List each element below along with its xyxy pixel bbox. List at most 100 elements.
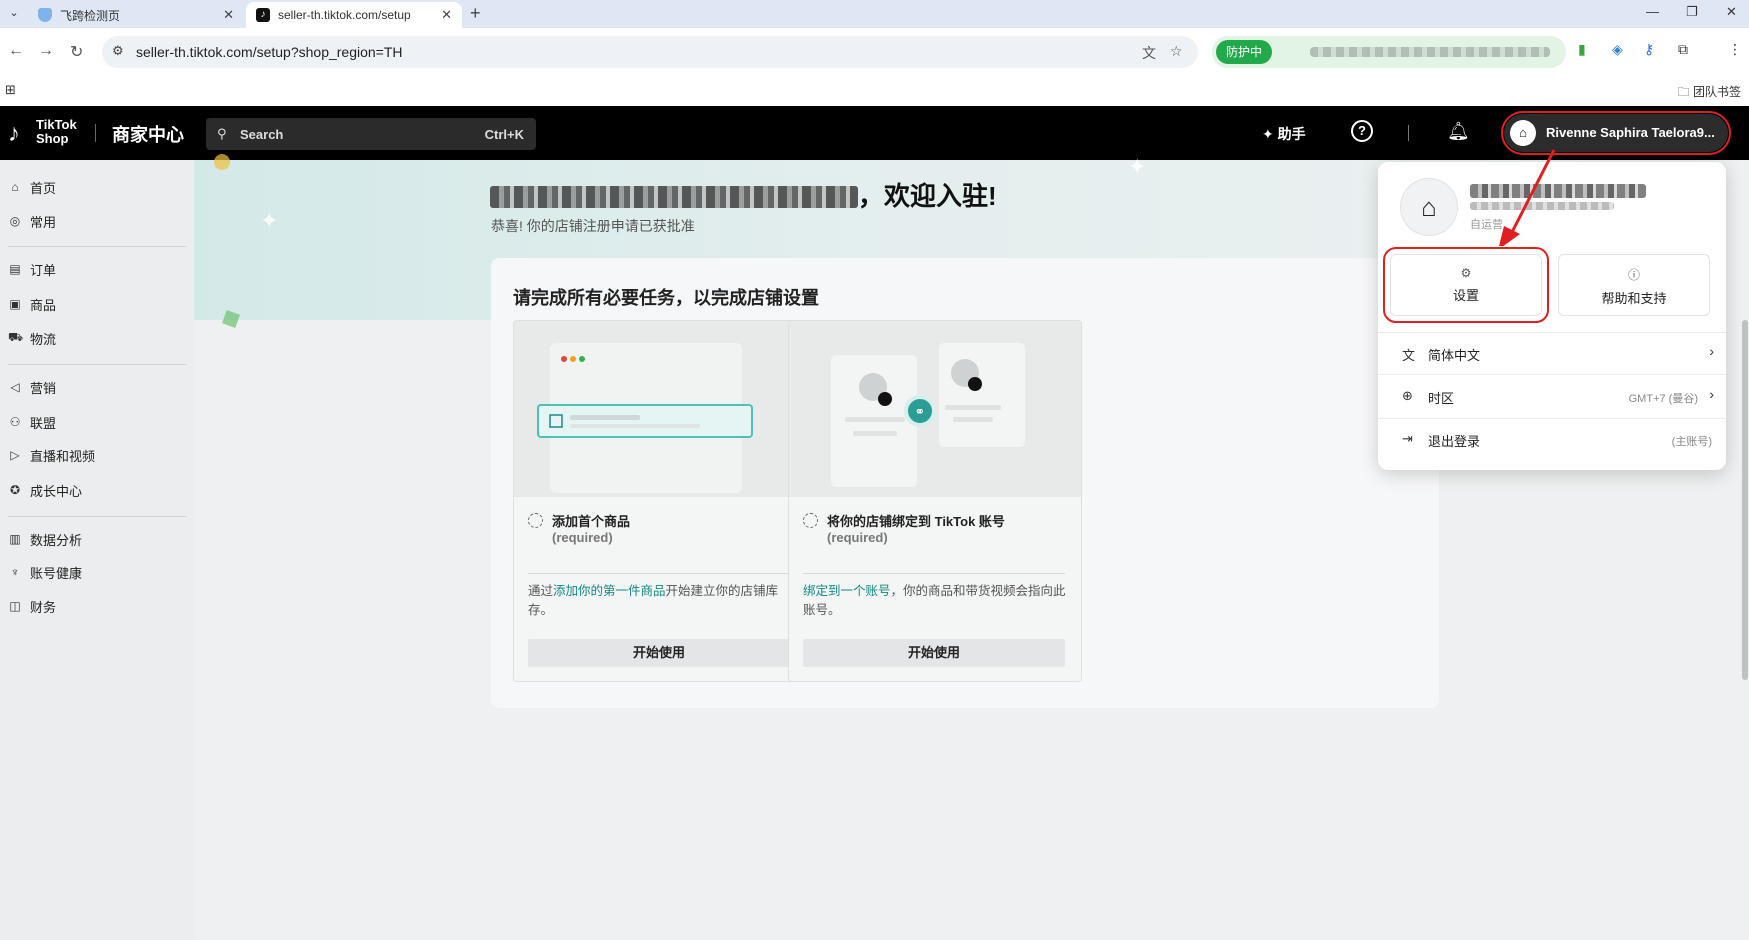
new-tab-icon[interactable]: + [470, 3, 481, 24]
approval-subtitle: 恭喜! 你的店铺注册申请已获批准 [491, 218, 695, 234]
search-input[interactable]: ⚲ Search Ctrl+K [206, 118, 536, 150]
chevron-right-icon: › [1709, 343, 1714, 359]
url-text[interactable]: seller-th.tiktok.com/setup?shop_region=T… [136, 44, 403, 60]
help-support-button[interactable]: ⓘ 帮助和支持 [1558, 254, 1710, 316]
start-bind-account-button[interactable]: 开始使用 [803, 639, 1065, 667]
bind-account-link[interactable]: 绑定到一个账号 [803, 584, 891, 598]
sidebar-divider [8, 246, 186, 247]
dropdown-divider [1378, 374, 1726, 375]
card-divider [528, 573, 790, 574]
timezone-menu-item[interactable]: ⊕ 时区 GMT+7 (曼谷) › [1378, 377, 1726, 415]
sidebar-item-label: 物流 [30, 331, 57, 347]
sidebar-item-marketing[interactable]: ◁ 营销 [8, 376, 56, 398]
sidebar-item-label: 首页 [30, 180, 57, 196]
shield-extension-icon[interactable]: ◈ [1612, 41, 1623, 58]
add-first-product-link[interactable]: 添加你的第一件商品 [553, 584, 666, 598]
card-description: 通过添加你的第一件商品开始建立你的店铺库存。 [528, 582, 794, 620]
scrollbar-thumb[interactable] [1742, 320, 1748, 680]
key-icon[interactable]: ⚷ [1644, 41, 1654, 58]
sidebar-item-logistics[interactable]: ⛟ 物流 [8, 327, 56, 349]
reload-icon[interactable]: ↻ [70, 42, 83, 62]
bookmark-star-icon[interactable]: ☆ [1170, 43, 1183, 60]
assistant-label: 助手 [1277, 126, 1306, 142]
bookmark-folder-label: 团队书签 [1692, 85, 1741, 99]
task-status-circle [528, 513, 543, 528]
card-description: 绑定到一个账号，你的商品和带货视频会指向此账号。 [803, 582, 1069, 620]
signal-bars-icon[interactable]: ▮ [1578, 41, 1586, 58]
help-question-icon[interactable]: ? [1351, 120, 1373, 142]
close-tab-icon[interactable]: ✕ [441, 7, 452, 23]
language-icon: 文 [1402, 348, 1416, 363]
logo-line-2: Shop [36, 131, 69, 146]
sidebar-item-analytics[interactable]: ▥ 数据分析 [8, 528, 82, 550]
desc-prefix: 通过 [528, 584, 554, 598]
logout-menu-item[interactable]: ⇥ 退出登录 (主账号) [1378, 420, 1726, 458]
close-window-icon[interactable]: ✕ [1726, 4, 1737, 20]
dropdown-divider [1378, 418, 1726, 419]
translate-icon[interactable]: 文 [1142, 43, 1156, 63]
site-info-icon[interactable]: ⚙ [112, 43, 124, 59]
sidebar-item-affiliate[interactable]: ⚇ 联盟 [8, 411, 56, 433]
card-divider [803, 573, 1065, 574]
language-menu-item[interactable]: 文 简体中文 › [1378, 334, 1726, 372]
sidebar-item-growth[interactable]: ✪ 成长中心 [8, 479, 82, 501]
sidebar-item-products[interactable]: ▣ 商品 [8, 293, 56, 315]
product-illustration-svg [537, 343, 753, 493]
seller-center-app: ♪ TikTok Shop 商家中心 ⚲ Search Ctrl+K ✦ 助手 … [0, 106, 1749, 940]
card-title: 添加首个商品 [552, 514, 631, 529]
assistant-button[interactable]: ✦ 助手 [1262, 124, 1306, 144]
globe-icon: ⊕ [1402, 388, 1413, 403]
shop-icon: ⌂ [1510, 120, 1536, 146]
minimize-icon[interactable]: — [1646, 4, 1659, 19]
tasks-title: 请完成所有必要任务，以完成店铺设置 [513, 288, 819, 308]
search-shortcut: Ctrl+K [484, 127, 524, 142]
browser-tab-setup[interactable]: ♪ seller-th.tiktok.com/setup ✕ [246, 2, 462, 28]
account-menu-button[interactable]: ⌂ Rivenne Saphira Taelora9... [1501, 111, 1731, 155]
sidebar-item-label: 直播和视频 [30, 448, 96, 464]
browser-tab-detect[interactable]: 飞跨检测页 ✕ [28, 2, 244, 28]
address-bar[interactable]: ⚙ seller-th.tiktok.com/setup?shop_region… [102, 36, 1198, 68]
sidebar-item-label: 常用 [30, 214, 57, 230]
protection-extension[interactable]: 防护中 [1212, 36, 1566, 68]
sidebar-item-account-health[interactable]: ♆ 账号健康 [8, 561, 83, 583]
task-card-add-product: 添加首个商品 (required) 通过添加你的第一件商品开始建立你的店铺库存。… [513, 320, 807, 682]
truck-icon: ⛟ [8, 330, 24, 344]
tab-search-chevron-icon[interactable]: ⌄ [6, 6, 22, 22]
settings-button[interactable]: ⚙ 设置 [1383, 247, 1549, 323]
close-tab-icon[interactable]: ✕ [223, 7, 234, 23]
page-scrollbar[interactable] [1741, 320, 1749, 694]
notification-bell-icon[interactable]: 🔔︎ [1447, 121, 1470, 142]
start-add-product-button[interactable]: 开始使用 [528, 639, 790, 667]
logout-note: (主账号) [1671, 436, 1712, 448]
tiktok-shop-logo[interactable]: TikTok Shop [36, 118, 77, 146]
sidebar-divider [8, 516, 186, 517]
megaphone-icon: ◁ [10, 380, 20, 394]
language-label: 简体中文 [1428, 348, 1481, 363]
sidebar-item-live-video[interactable]: ▷ 直播和视频 [8, 444, 95, 466]
sidebar-item-favorites[interactable]: ◎ 常用 [8, 210, 56, 232]
sidebar-item-label: 商品 [30, 297, 57, 313]
restore-icon[interactable]: ❐ [1686, 4, 1698, 20]
card-required: (required) [827, 530, 888, 545]
extensions-puzzle-icon[interactable]: ⧉ [1678, 41, 1688, 58]
sidebar-item-orders[interactable]: ▤ 订单 [8, 258, 56, 280]
sparkle-icon: ✦ [260, 208, 279, 233]
wallet-icon: ◫ [9, 599, 21, 613]
question-circle-icon: ⓘ [1627, 268, 1640, 282]
timezone-value: GMT+7 (曼谷) [1628, 393, 1698, 405]
forward-icon[interactable]: → [38, 42, 54, 60]
chevron-right-icon: › [1709, 386, 1714, 402]
timezone-label: 时区 [1428, 391, 1455, 406]
apps-grid-icon[interactable]: ⊞ [5, 82, 16, 98]
sidebar-item-finance[interactable]: ◫ 财务 [8, 595, 56, 617]
tiktok-logo-icon[interactable]: ♪ [8, 120, 20, 148]
account-dropdown-menu: ⌂ 自运营 ⚙ 设置 ⓘ 帮助和支持 文 简体中文 › ⊕ 时区 GMT+7 (… [1378, 162, 1726, 470]
sidebar-item-home[interactable]: ⌂ 首页 [8, 176, 56, 198]
back-icon[interactable]: ← [8, 42, 24, 60]
bookmark-folder-team[interactable]: 🗀 团队书签 [1678, 83, 1741, 104]
browser-menu-icon[interactable]: ⋮ [1728, 41, 1742, 58]
sidebar-item-label: 成长中心 [30, 483, 83, 499]
brand-title: 商家中心 [112, 125, 184, 145]
people-icon: ⚇ [9, 415, 21, 429]
compass-icon: ◎ [9, 214, 21, 228]
